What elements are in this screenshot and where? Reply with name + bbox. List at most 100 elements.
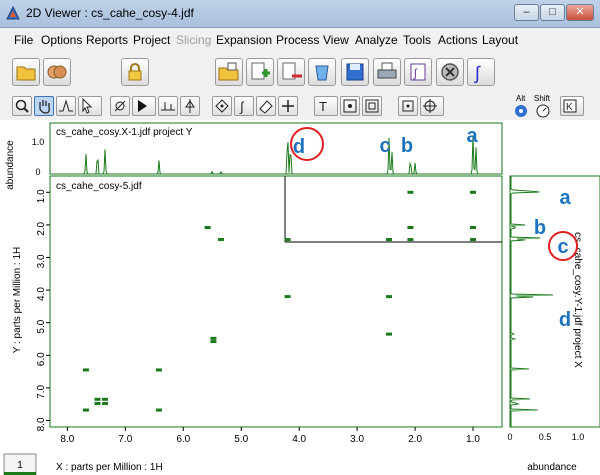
save-button[interactable] [341, 58, 369, 86]
y-tick-label: 6.0 [36, 352, 47, 366]
diamond-icon [215, 99, 229, 113]
side-projection-axis-label: abundance [527, 462, 577, 473]
trash-button[interactable] [308, 58, 336, 86]
print-button[interactable] [373, 58, 401, 86]
cross-peak [407, 190, 414, 194]
menu-layout[interactable]: Layout [482, 33, 518, 47]
x-axis-label: X : parts per Million : 1H [56, 462, 163, 473]
integral-tool-button[interactable]: ∫ [234, 96, 254, 116]
menu-options[interactable]: Options [41, 33, 82, 47]
open-folder-button[interactable] [12, 58, 40, 86]
cross-peak [94, 397, 101, 401]
menu-analyze[interactable]: Analyze [355, 33, 398, 47]
phase-button[interactable] [110, 96, 130, 116]
lock-button[interactable] [121, 58, 149, 86]
annotation-icon [343, 99, 357, 113]
zoom-tool-button[interactable] [12, 96, 32, 116]
annotation-a-side: a [559, 187, 571, 209]
menu-expansion[interactable]: Expansion [216, 33, 272, 47]
eraser-icon [259, 100, 273, 114]
keyboard-button[interactable]: K [560, 96, 584, 116]
peak-icon [59, 99, 73, 112]
hands-icon [47, 65, 67, 79]
svg-text:K: K [566, 102, 573, 113]
cross-peak [284, 238, 291, 242]
main-toolbar: ʃ ∫ [0, 52, 600, 92]
alt-label: Alt [516, 94, 526, 103]
x-tick-label: 6.0 [176, 434, 190, 445]
stop-icon [441, 63, 459, 81]
x-tick-label: 2.0 [408, 434, 422, 445]
menu-tools[interactable]: Tools [403, 33, 431, 47]
close-button[interactable]: ✕ [566, 4, 594, 21]
phase-icon [114, 100, 126, 112]
stop-button[interactable] [436, 58, 464, 86]
hand-tool-button[interactable] [43, 58, 71, 86]
title-bar: 2D Viewer : cs_cahe_cosy-4.jdf – □ ✕ [0, 0, 600, 28]
y-tick-label: 7.0 [36, 384, 47, 398]
side-tick-2: 1.0 [572, 432, 585, 442]
menu-view[interactable]: View [323, 33, 349, 47]
open-file-button[interactable] [215, 58, 243, 86]
menu-reports[interactable]: Reports [86, 33, 128, 47]
remove-page-button[interactable] [277, 58, 305, 86]
cross-peak [386, 332, 392, 336]
cross-peak [82, 408, 89, 412]
box-button[interactable] [362, 96, 382, 116]
menu-bar: File Options Reports Project Slicing Exp… [0, 28, 600, 53]
printer-icon [377, 62, 397, 79]
peak-pick-button[interactable] [56, 96, 76, 116]
nmr-plot[interactable]: cs_cahe_cosy.X-1.jdf project Y abundance… [0, 120, 600, 475]
region-icon [402, 100, 414, 112]
main-plot-frame[interactable] [49, 175, 503, 428]
top-projection-axis-label: abundance [5, 140, 16, 190]
app-icon [6, 6, 20, 20]
y-axis-label: Y : parts per Million : 1H [12, 247, 23, 354]
pan-tool-button[interactable] [34, 96, 54, 116]
zoom-icon [15, 99, 29, 113]
y-tick-label: 5.0 [36, 319, 47, 333]
top-projection-tick-1: 1.0 [32, 137, 45, 147]
menu-process[interactable]: Process [276, 33, 319, 47]
flip-button[interactable] [180, 96, 200, 116]
integrate-button[interactable]: ∫ [467, 58, 495, 86]
menu-actions[interactable]: Actions [438, 33, 477, 47]
open-file-icon [218, 62, 239, 81]
move-button[interactable] [420, 96, 444, 116]
box-icon [365, 99, 379, 113]
cross-peak [102, 397, 109, 401]
annotation-button[interactable] [340, 96, 360, 116]
shift-icon [536, 104, 550, 118]
cross-peak [204, 226, 211, 230]
script-button[interactable]: ʃ [404, 58, 432, 86]
minimize-button[interactable]: – [514, 4, 539, 21]
eraser-button[interactable] [256, 96, 276, 116]
main-plot-title: cs_cahe_cosy-5.jdf [56, 181, 142, 192]
side-tick-0: 0 [507, 432, 512, 442]
add-page-button[interactable] [246, 58, 274, 86]
arrow-icon [82, 97, 93, 114]
menu-project[interactable]: Project [133, 33, 170, 47]
diamond-button[interactable] [212, 96, 232, 116]
trash-icon [315, 65, 329, 81]
top-projection-tick-0: 0 [35, 167, 40, 177]
folder-icon [16, 66, 36, 81]
cross-peak [210, 340, 217, 344]
svg-text:∫: ∫ [239, 99, 245, 114]
menu-slicing[interactable]: Slicing [176, 33, 211, 47]
menu-file[interactable]: File [14, 33, 33, 47]
region-button[interactable] [398, 96, 418, 116]
cursor-button[interactable] [132, 96, 156, 116]
crosshair-button[interactable] [278, 96, 298, 116]
select-arrow-button[interactable] [78, 96, 102, 116]
view-toolbar: ∫ T Alt Shift K [0, 92, 600, 121]
cross-peak [210, 336, 217, 340]
maximize-button[interactable]: □ [540, 4, 565, 21]
annotation-b-top: b [401, 135, 413, 157]
baseline-button[interactable] [158, 96, 178, 116]
text-tool-button[interactable]: T [314, 96, 338, 116]
cross-peak [94, 402, 101, 406]
cross-peak [284, 295, 291, 299]
window-title: 2D Viewer : cs_cahe_cosy-4.jdf [26, 6, 194, 20]
baseline-icon [161, 102, 175, 111]
